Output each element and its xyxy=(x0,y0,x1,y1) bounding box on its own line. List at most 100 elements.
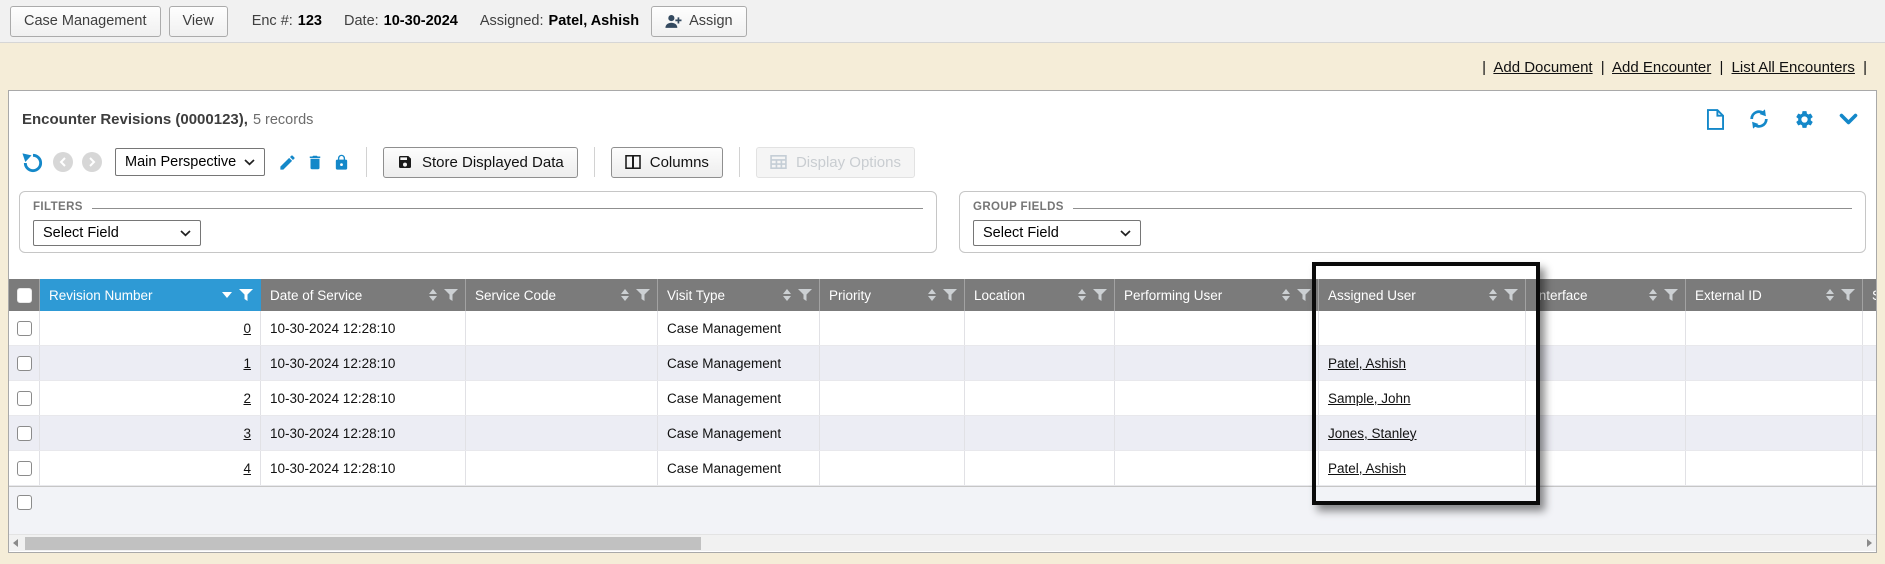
sort-icon[interactable] xyxy=(1078,289,1086,301)
filter-funnel-icon[interactable] xyxy=(1664,289,1678,301)
table-header-row: Revision Number Date of Service Service … xyxy=(9,279,1876,311)
cell-visit-type: Case Management xyxy=(658,311,820,345)
column-header-service-code[interactable]: Service Code xyxy=(466,279,658,311)
sort-icon[interactable] xyxy=(1826,289,1834,301)
new-document-icon[interactable] xyxy=(1707,109,1724,130)
column-header-priority[interactable]: Priority xyxy=(820,279,965,311)
scrollbar-thumb[interactable] xyxy=(25,537,701,550)
sort-icon[interactable] xyxy=(621,289,629,301)
sort-icon[interactable] xyxy=(783,289,791,301)
filter-funnel-icon[interactable] xyxy=(444,289,458,301)
new-row-area xyxy=(9,486,1876,534)
row-checkbox[interactable] xyxy=(17,461,32,476)
column-header-revision-number[interactable]: Revision Number xyxy=(40,279,261,311)
filter-funnel-icon[interactable] xyxy=(1093,289,1107,301)
sort-icon[interactable] xyxy=(1649,289,1657,301)
cell-service-code xyxy=(466,451,658,485)
revision-number-link[interactable]: 0 xyxy=(243,321,251,336)
panel-header-icons xyxy=(1707,108,1862,130)
filter-funnel-icon[interactable] xyxy=(943,289,957,301)
add-document-link[interactable]: Add Document xyxy=(1493,59,1592,76)
perspective-toolbar: Main Perspective Store Displayed Data Co… xyxy=(9,141,1876,183)
row-checkbox[interactable] xyxy=(17,356,32,371)
column-header-label: Assigned User xyxy=(1328,288,1482,303)
cell-date-of-service: 10-30-2024 12:28:10 xyxy=(261,451,466,485)
list-all-encounters-link[interactable]: List All Encounters xyxy=(1732,59,1855,76)
cell-visit-type: Case Management xyxy=(658,416,820,450)
column-header-interface[interactable]: Interface xyxy=(1526,279,1686,311)
column-header-external-id[interactable]: External ID xyxy=(1686,279,1863,311)
cell-priority xyxy=(820,381,965,415)
case-management-button[interactable]: Case Management xyxy=(10,6,161,37)
sort-icon[interactable] xyxy=(1489,289,1497,301)
horizontal-scrollbar[interactable] xyxy=(9,534,1876,551)
delete-perspective-icon[interactable] xyxy=(306,153,324,172)
cell-visit-type: Case Management xyxy=(658,346,820,380)
row-checkbox[interactable] xyxy=(17,391,32,406)
filter-funnel-icon[interactable] xyxy=(1504,289,1518,301)
cell-location xyxy=(965,451,1115,485)
sort-icon[interactable] xyxy=(1282,289,1290,301)
column-header-location[interactable]: Location xyxy=(965,279,1115,311)
perspective-select[interactable]: Main Perspective xyxy=(115,148,265,176)
row-checkbox[interactable] xyxy=(17,426,32,441)
select-all-checkbox[interactable] xyxy=(17,288,32,303)
previous-perspective-button[interactable] xyxy=(53,152,73,172)
cell-interface xyxy=(1526,381,1686,415)
assigned-user-link[interactable]: Jones, Stanley xyxy=(1328,426,1417,441)
row-checkbox[interactable] xyxy=(17,321,32,336)
sort-icon[interactable] xyxy=(928,289,936,301)
edit-perspective-icon[interactable] xyxy=(278,153,297,172)
panel-title-text: Encounter Revisions (0000123), xyxy=(22,111,248,128)
new-row-checkbox[interactable] xyxy=(17,495,32,510)
group-fields-label: GROUP FIELDS xyxy=(973,201,1064,213)
revision-number-link[interactable]: 3 xyxy=(243,426,251,441)
group-fields-select[interactable]: Select Field xyxy=(973,220,1141,246)
cell-date-of-service: 10-30-2024 12:28:10 xyxy=(261,311,466,345)
column-header-performing-user[interactable]: Performing User xyxy=(1115,279,1319,311)
toolbar-divider xyxy=(366,147,367,177)
add-encounter-link[interactable]: Add Encounter xyxy=(1612,59,1711,76)
filter-funnel-icon[interactable] xyxy=(798,289,812,301)
cell-date-of-service: 10-30-2024 12:28:10 xyxy=(261,346,466,380)
revision-number-link[interactable]: 2 xyxy=(243,391,251,406)
cell-performing-user xyxy=(1115,416,1319,450)
assign-label: Assign xyxy=(689,13,733,29)
collapse-chevron-icon[interactable] xyxy=(1839,113,1858,126)
column-header-date-of-service[interactable]: Date of Service xyxy=(261,279,466,311)
cell-interface xyxy=(1526,311,1686,345)
assigned-user-link[interactable]: Patel, Ashish xyxy=(1328,356,1406,371)
scroll-left-arrow[interactable] xyxy=(13,539,18,547)
assigned-user-link[interactable]: Patel, Ashish xyxy=(1328,461,1406,476)
next-perspective-button[interactable] xyxy=(82,152,102,172)
assigned-user-link[interactable]: Sample, John xyxy=(1328,391,1411,406)
lock-perspective-icon[interactable] xyxy=(333,153,350,172)
filter-funnel-icon[interactable] xyxy=(239,289,253,301)
view-button[interactable]: View xyxy=(169,6,228,37)
store-displayed-data-button[interactable]: Store Displayed Data xyxy=(383,147,578,178)
columns-button[interactable]: Columns xyxy=(611,147,723,178)
cell-location xyxy=(965,311,1115,345)
assign-button[interactable]: Assign xyxy=(651,6,747,37)
filter-funnel-icon[interactable] xyxy=(1841,289,1855,301)
sort-descending-icon[interactable] xyxy=(222,292,232,298)
links-separator: | xyxy=(1601,59,1605,76)
columns-icon xyxy=(625,155,641,169)
column-header-assigned-user[interactable]: Assigned User xyxy=(1319,279,1526,311)
column-header-cutoff[interactable]: S xyxy=(1863,279,1876,311)
gear-icon[interactable] xyxy=(1794,109,1815,130)
filters-field-select[interactable]: Select Field xyxy=(33,220,201,246)
filter-funnel-icon[interactable] xyxy=(636,289,650,301)
refresh-icon[interactable] xyxy=(1748,108,1770,130)
toolbar-divider xyxy=(594,147,595,177)
undo-icon[interactable] xyxy=(21,151,44,174)
scroll-right-arrow[interactable] xyxy=(1867,539,1872,547)
sort-icon[interactable] xyxy=(429,289,437,301)
revision-number-link[interactable]: 1 xyxy=(243,356,251,371)
store-displayed-data-label: Store Displayed Data xyxy=(422,154,564,171)
date-label: Date: xyxy=(344,13,379,29)
filter-funnel-icon[interactable] xyxy=(1297,289,1311,301)
filters-select-value: Select Field xyxy=(43,225,119,241)
column-header-visit-type[interactable]: Visit Type xyxy=(658,279,820,311)
revision-number-link[interactable]: 4 xyxy=(243,461,251,476)
